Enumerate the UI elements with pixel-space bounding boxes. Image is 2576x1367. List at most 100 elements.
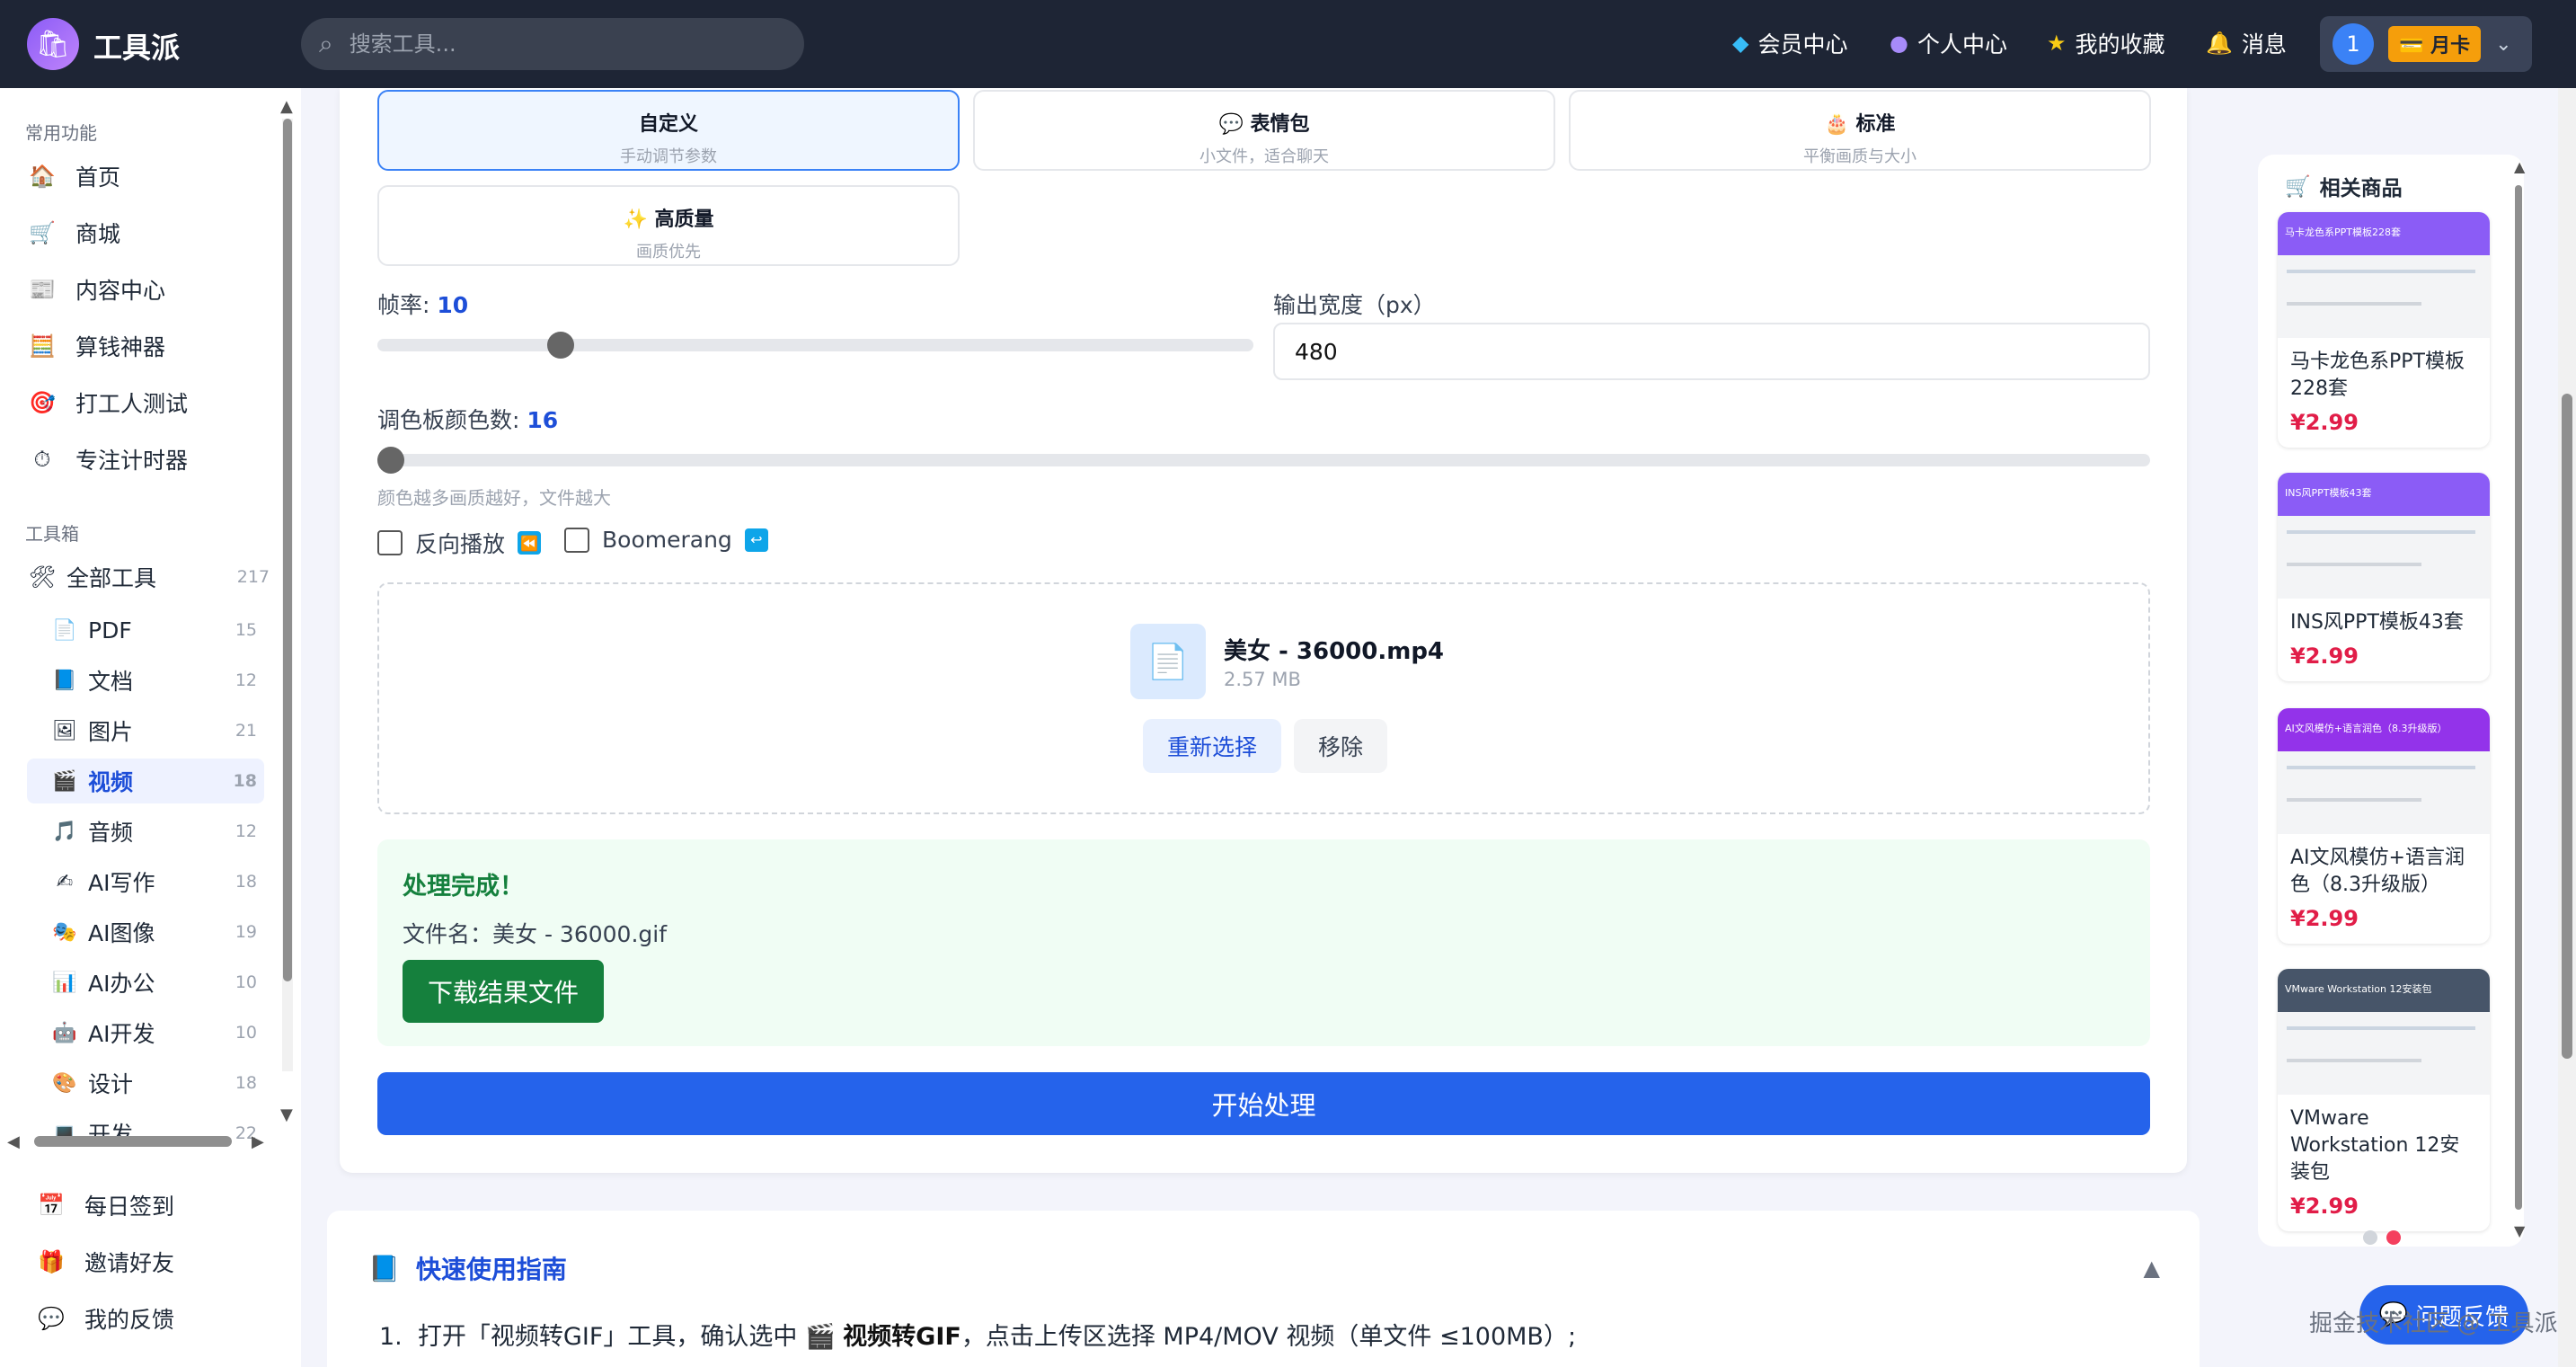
rewind-icon: ⏪ xyxy=(518,531,542,555)
product-title: 马卡龙色系PPT模板228套 xyxy=(2290,351,2465,400)
return-arrow-icon: ↩ xyxy=(744,528,768,552)
products-scrollbar[interactable] xyxy=(2513,167,2524,1237)
speech-bubble-icon: 💬 xyxy=(1218,113,1244,136)
preset-custom[interactable]: 自定义 手动调节参数 xyxy=(377,90,960,171)
carousel-dot-active[interactable] xyxy=(2386,1230,2401,1245)
carousel-dot[interactable] xyxy=(2363,1230,2377,1245)
scrollbar-thumb[interactable] xyxy=(283,119,292,981)
scrollbar-thumb[interactable] xyxy=(34,1136,232,1147)
reverse-play-checkbox[interactable] xyxy=(377,530,403,555)
palette-slider-track[interactable] xyxy=(377,454,2150,466)
gift-icon: 🎁 xyxy=(38,1249,65,1274)
sidebar-item-design[interactable]: 🎨 设计 18 xyxy=(27,1061,264,1105)
preset-standard[interactable]: 🎂 标准 平衡画质与大小 xyxy=(1569,90,2151,171)
start-process-button[interactable]: 开始处理 xyxy=(377,1072,2150,1135)
sidebar-item-invite[interactable]: 🎁 邀请好友 xyxy=(36,1238,279,1285)
upload-dropzone[interactable]: 📄 美女 - 36000.mp4 2.57 MB 重新选择 移除 xyxy=(377,582,2150,814)
brand-name[interactable]: 工具派 xyxy=(93,25,180,67)
sidebar-item-ai-writing[interactable]: ✍ AI写作 18 xyxy=(27,859,264,904)
scroll-down-arrow[interactable]: ▼ xyxy=(2514,1222,2525,1239)
collapse-icon[interactable]: ▲ xyxy=(2144,1256,2160,1281)
result-title: 处理完成！ xyxy=(403,873,524,901)
bell-icon: 🔔 xyxy=(2206,31,2233,56)
sidebar-item-video[interactable]: 🎬 视频 18 xyxy=(27,759,264,803)
fps-slider-track[interactable] xyxy=(377,339,1253,351)
product-price: ¥2.99 xyxy=(2290,410,2359,435)
nav-personal-center[interactable]: ● 个人中心 xyxy=(1890,27,2007,59)
diamond-icon: ◆ xyxy=(1732,31,1749,56)
scrollbar-thumb[interactable] xyxy=(2562,394,2572,1059)
membership-badge: 💳 月卡 xyxy=(2388,26,2482,62)
sidebar-item-audio[interactable]: 🎵 音频 12 xyxy=(27,809,264,854)
boomerang-checkbox[interactable] xyxy=(564,527,589,553)
sidebar-item-my-feedback[interactable]: 💬 我的反馈 xyxy=(36,1295,279,1342)
sidebar-item-worker-test[interactable]: 🎯 打工人测试 xyxy=(27,379,270,426)
guide-header[interactable]: 📘 快速使用指南 xyxy=(368,1250,567,1286)
book-icon: 📘 xyxy=(52,669,77,692)
quick-guide: 📘 快速使用指南 ▲ 1. 打开「视频转GIF」工具，确认选中 🎬 视频转GIF… xyxy=(327,1211,2200,1367)
sidebar-item-focus-timer[interactable]: ⏱ 专注计时器 xyxy=(27,436,270,483)
clapper-icon: 🎬 xyxy=(804,1323,836,1351)
sidebar-item-docs[interactable]: 📘 文档 12 xyxy=(27,658,264,703)
chevron-down-icon[interactable]: ⌄ xyxy=(2495,33,2511,56)
sidebar-item-pdf[interactable]: 📄 PDF 15 xyxy=(27,608,264,652)
download-button[interactable]: 下载结果文件 xyxy=(403,960,604,1023)
pdf-icon: 📄 xyxy=(52,618,77,642)
top-bar: 🛍 工具派 ⌕ ◆ 会员中心 ● 个人中心 ★ 我的收藏 🔔 消息 1 💳 月卡… xyxy=(0,0,2576,88)
sidebar-item-all-tools[interactable]: 🛠 全部工具 217 xyxy=(27,554,270,600)
scrollbar-thumb[interactable] xyxy=(2515,185,2522,1210)
product-thumbnail: 马卡龙色系PPT模板228套 xyxy=(2278,212,2490,338)
scroll-right-arrow[interactable]: ▶ xyxy=(252,1132,264,1151)
reverse-play-option[interactable]: 反向播放 ⏪ xyxy=(377,527,542,559)
section-label-common: 常用功能 xyxy=(25,122,97,144)
search-input[interactable] xyxy=(349,31,745,57)
nav-vip-center[interactable]: ◆ 会员中心 xyxy=(1732,27,1847,59)
output-width-input[interactable] xyxy=(1273,323,2150,380)
user-menu[interactable]: 1 💳 月卡 ⌄ xyxy=(2320,16,2532,72)
boomerang-option[interactable]: Boomerang ↩ xyxy=(564,527,768,553)
preset-high-quality[interactable]: ✨ 高质量 画质优先 xyxy=(377,185,960,266)
sidebar-item-ai-dev[interactable]: 🤖 AI开发 10 xyxy=(27,1010,264,1055)
logo-icon[interactable]: 🛍 xyxy=(27,18,79,70)
sidebar-horizontal-scrollbar[interactable] xyxy=(7,1133,268,1148)
sidebar-item-daily-checkin[interactable]: 📅 每日签到 xyxy=(36,1182,279,1229)
sidebar-item-calculator[interactable]: 🧮 算钱神器 xyxy=(27,323,270,369)
nav-favorites[interactable]: ★ 我的收藏 xyxy=(2047,27,2165,59)
nav-messages[interactable]: 🔔 消息 xyxy=(2206,27,2287,59)
reselect-button[interactable]: 重新选择 xyxy=(1143,719,1281,773)
product-card[interactable]: AI文风模仿+语言润色（8.3升级版） AI文风模仿+语言润色（8.3升级版） … xyxy=(2278,708,2490,944)
sidebar-item-content[interactable]: 📰 内容中心 xyxy=(27,266,270,313)
avatar[interactable]: 1 xyxy=(2333,23,2374,65)
fps-value: 10 xyxy=(437,292,469,318)
sidebar-item-shop[interactable]: 🛒 商城 xyxy=(27,209,270,256)
page-scrollbar[interactable] xyxy=(2558,88,2576,1367)
product-card[interactable]: 马卡龙色系PPT模板228套 马卡龙色系PPT模板228套 ¥2.99 xyxy=(2278,212,2490,448)
remove-button[interactable]: 移除 xyxy=(1294,719,1387,773)
star-icon: ★ xyxy=(2047,31,2067,56)
product-price: ¥2.99 xyxy=(2290,906,2359,931)
writing-icon: ✍ xyxy=(56,870,74,893)
sparkles-icon: ✨ xyxy=(623,209,648,231)
sidebar: 常用功能 🏠 首页 🛒 商城 📰 内容中心 🧮 算钱神器 🎯 打工人测试 ⏱ 专注计时器 工… xyxy=(0,88,301,1367)
sidebar-item-ai-image[interactable]: 🎭 AI图像 19 xyxy=(27,910,264,954)
file-size: 2.57 MB xyxy=(1224,669,1301,690)
sidebar-item-images[interactable]: 🖼 图片 21 xyxy=(27,708,264,753)
sidebar-item-ai-office[interactable]: 📊 AI办公 10 xyxy=(27,960,264,1005)
scroll-up-arrow[interactable]: ▲ xyxy=(280,97,293,116)
product-card[interactable]: VMware Workstation 12安装包 VMware Workstat… xyxy=(2278,969,2490,1231)
clapper-icon: 🎬 xyxy=(52,769,77,793)
watermark: 掘金技术社区 @ 工具派 xyxy=(2309,1310,2558,1337)
sidebar-scrollbar[interactable] xyxy=(282,119,293,1071)
fps-slider-thumb[interactable] xyxy=(547,332,574,359)
product-thumbnail: INS风PPT模板43套 xyxy=(2278,473,2490,599)
chart-icon: 📊 xyxy=(52,971,77,994)
sidebar-item-home[interactable]: 🏠 首页 xyxy=(27,153,270,200)
product-title: INS风PPT模板43套 xyxy=(2290,611,2464,634)
palette-slider-thumb[interactable] xyxy=(377,447,404,474)
chat-icon: 💬 xyxy=(38,1306,65,1331)
search-box[interactable]: ⌕ xyxy=(301,18,804,70)
news-icon: 📰 xyxy=(29,277,56,302)
product-card[interactable]: INS风PPT模板43套 INS风PPT模板43套 ¥2.99 xyxy=(2278,473,2490,681)
preset-emoji[interactable]: 💬 表情包 小文件，适合聊天 xyxy=(973,90,1555,171)
scroll-down-arrow[interactable]: ▼ xyxy=(280,1105,293,1124)
